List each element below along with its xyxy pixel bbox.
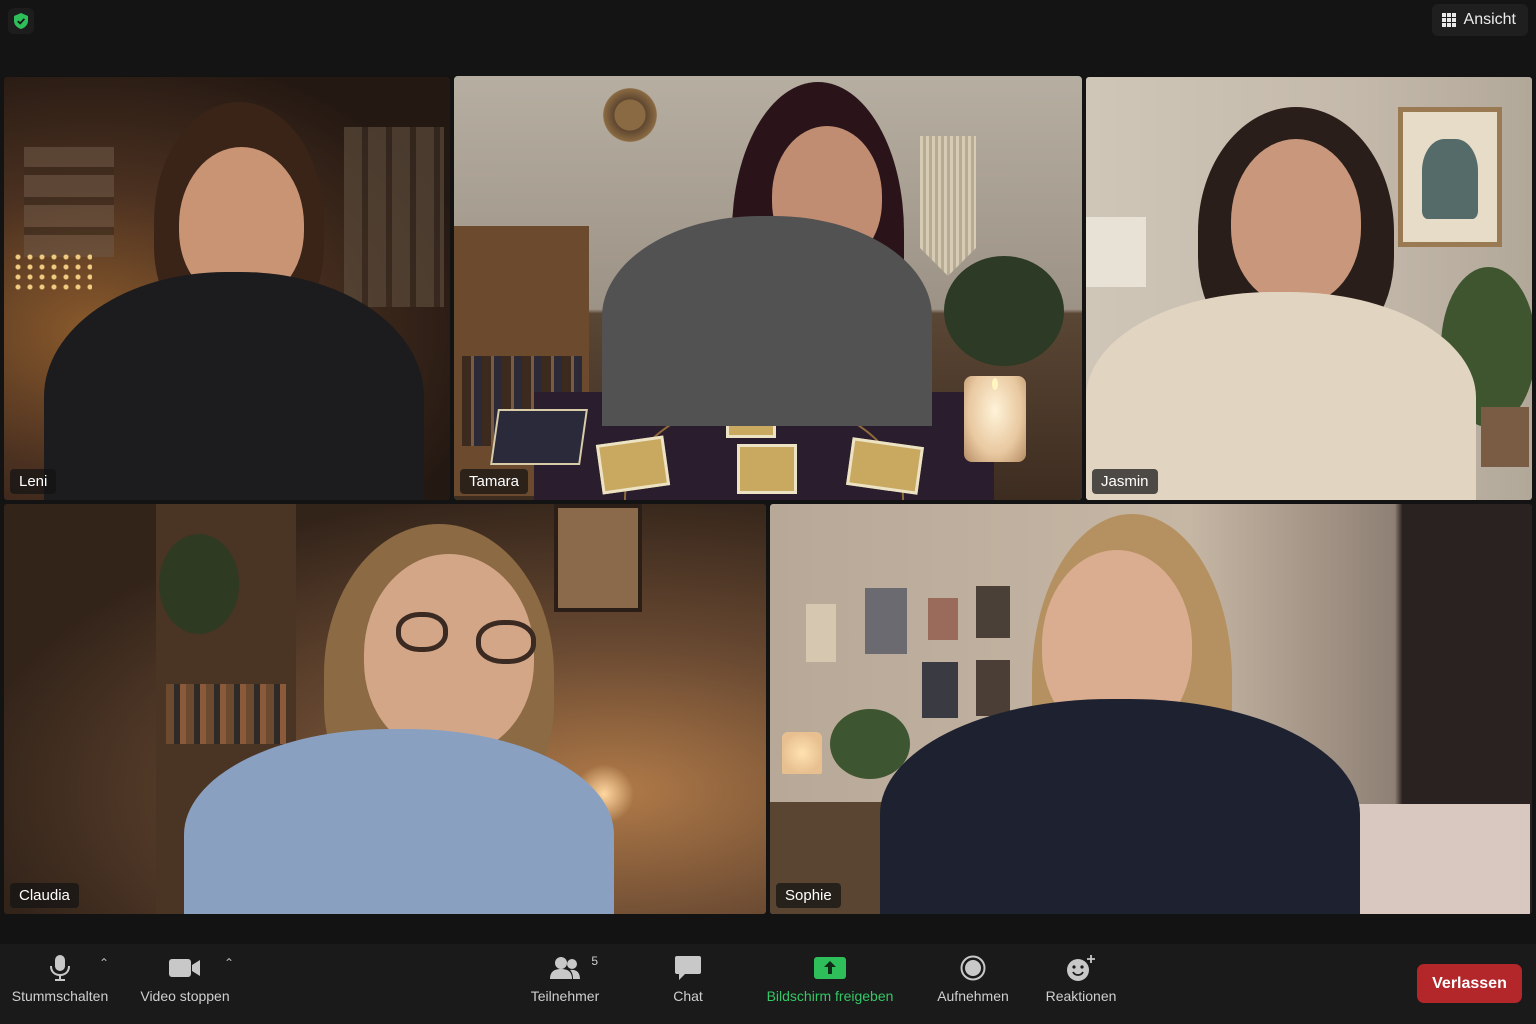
reactions-button-label: Reaktionen — [1045, 988, 1117, 1004]
participants-count-badge: 5 — [591, 954, 598, 968]
video-feed — [454, 76, 1082, 500]
participant-name-tag: Leni — [10, 469, 57, 494]
camera-icon — [169, 954, 201, 982]
participant-name-tag: Jasmin — [1092, 469, 1158, 494]
leave-meeting-button[interactable]: Verlassen — [1417, 964, 1522, 1003]
participants-button[interactable]: 5 Teilnehmer — [524, 954, 606, 1004]
participant-name-tag: Claudia — [10, 883, 79, 908]
video-feed — [4, 504, 766, 914]
people-icon: 5 — [550, 954, 598, 982]
share-screen-icon — [814, 954, 846, 982]
caret-up-icon[interactable]: ⌃ — [224, 956, 234, 970]
chat-button-label: Chat — [673, 988, 703, 1004]
chat-button[interactable]: Chat — [664, 954, 712, 1004]
share-screen-button-label: Bildschirm freigeben — [766, 988, 894, 1004]
mute-button-label: Stummschalten — [11, 988, 109, 1004]
chat-bubble-icon — [674, 954, 702, 982]
video-tile-jasmin[interactable]: Jasmin — [1086, 77, 1532, 500]
video-tile-claudia[interactable]: Claudia — [4, 504, 766, 914]
video-feed — [1086, 77, 1532, 500]
video-tile-leni[interactable]: Leni — [4, 77, 450, 500]
emoji-plus-icon — [1066, 954, 1096, 982]
view-button-label: Ansicht — [1463, 11, 1516, 28]
stop-video-button[interactable]: Video stoppen — [136, 954, 234, 1004]
stop-video-button-label: Video stoppen — [140, 988, 230, 1004]
video-tile-sophie[interactable]: Sophie — [770, 504, 1532, 914]
participant-name-tag: Sophie — [776, 883, 841, 908]
caret-up-icon[interactable]: ⌃ — [99, 956, 109, 970]
record-button[interactable]: Aufnehmen — [934, 954, 1012, 1004]
reactions-button[interactable]: Reaktionen — [1042, 954, 1120, 1004]
grid-view-icon — [1441, 13, 1456, 27]
participant-name-tag: Tamara — [460, 469, 529, 494]
top-bar: Ansicht — [0, 0, 1536, 76]
record-icon — [960, 954, 986, 982]
share-screen-button[interactable]: Bildschirm freigeben — [758, 954, 902, 1004]
video-feed — [4, 77, 450, 500]
microphone-icon — [49, 954, 71, 982]
mute-button[interactable]: Stummschalten — [8, 954, 112, 1004]
record-button-label: Aufnehmen — [937, 988, 1009, 1004]
meeting-toolbar: Stummschalten ⌃ Video stoppen ⌃ 5 Teilne… — [0, 944, 1536, 1024]
participants-button-label: Teilnehmer — [530, 988, 600, 1004]
video-tile-tamara[interactable]: Tamara — [454, 76, 1082, 500]
view-button[interactable]: Ansicht — [1431, 4, 1528, 36]
video-feed — [770, 504, 1532, 914]
security-shield-icon[interactable] — [8, 8, 34, 34]
